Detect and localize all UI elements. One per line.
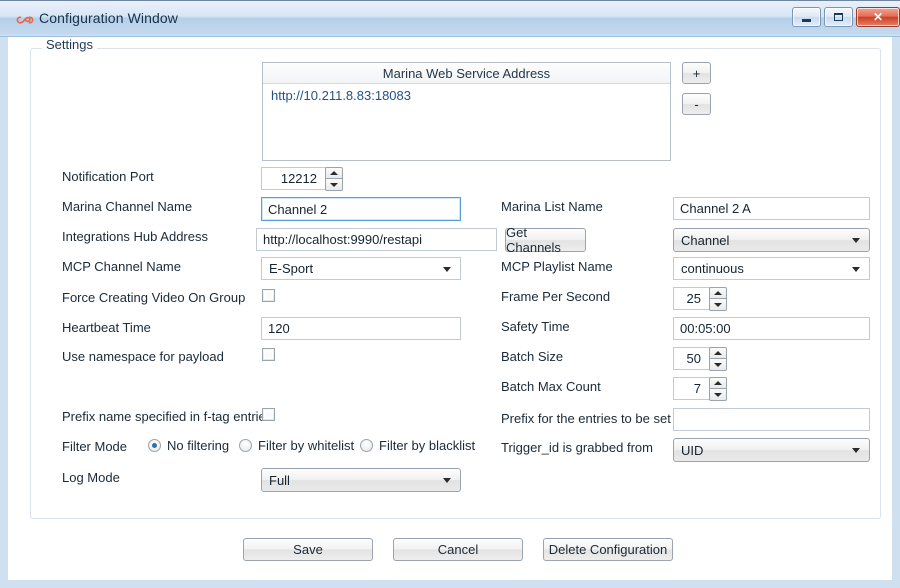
stepper-up-icon[interactable] <box>709 287 727 299</box>
batch-max-count-input[interactable]: 7 <box>673 377 710 400</box>
add-service-button[interactable]: + <box>682 62 711 84</box>
chevron-down-icon <box>852 238 860 243</box>
radio-no-filtering-label: No filtering <box>167 438 229 453</box>
heartbeat-time-label: Heartbeat Time <box>62 320 151 335</box>
channel-combo-value: Channel <box>681 233 729 248</box>
minimize-icon <box>793 8 820 26</box>
integrations-hub-address-input[interactable]: http://localhost:9990/restapi <box>256 228 497 251</box>
mcp-playlist-name-combo[interactable]: continuous <box>673 257 870 280</box>
batch-max-count-stepper[interactable] <box>709 377 727 401</box>
notification-port-stepper[interactable] <box>325 167 343 191</box>
remove-service-button[interactable]: - <box>682 93 711 115</box>
radio-filter-blacklist-label: Filter by blacklist <box>379 438 475 453</box>
force-creating-video-label: Force Creating Video On Group <box>62 290 245 305</box>
close-button[interactable]: ✕ <box>856 7 900 27</box>
stepper-down-icon[interactable] <box>709 299 727 311</box>
radio-filter-whitelist-label: Filter by whitelist <box>258 438 354 453</box>
log-mode-value: Full <box>269 473 290 488</box>
trigger-id-from-combo[interactable]: UID <box>673 438 870 462</box>
batch-size-label: Batch Size <box>501 349 563 364</box>
chevron-down-icon <box>852 267 860 272</box>
heartbeat-time-input[interactable]: 120 <box>261 317 461 340</box>
mcp-playlist-name-label: MCP Playlist Name <box>501 259 613 274</box>
radio-no-filtering-indicator[interactable] <box>148 439 161 452</box>
stepper-down-icon[interactable] <box>709 389 727 401</box>
stepper-up-icon[interactable] <box>709 377 727 389</box>
close-icon: ✕ <box>857 8 899 26</box>
marina-web-service-list[interactable]: Marina Web Service Address http://10.211… <box>262 62 671 161</box>
marina-web-service-list-header: Marina Web Service Address <box>263 63 670 84</box>
use-namespace-checkbox[interactable] <box>262 348 275 361</box>
mcp-channel-name-label: MCP Channel Name <box>62 259 181 274</box>
window-client-area: Configuration Window ✕ Settings Marina W… <box>8 0 892 580</box>
integrations-hub-address-label: Integrations Hub Address <box>62 229 208 244</box>
safety-time-label: Safety Time <box>501 319 570 334</box>
maximize-icon <box>825 8 852 26</box>
prefix-name-ftag-label: Prefix name specified in f-tag entries <box>62 409 272 424</box>
cancel-button[interactable]: Cancel <box>393 538 523 561</box>
stepper-up-icon[interactable] <box>709 347 727 359</box>
minimize-button[interactable] <box>792 7 821 27</box>
delete-configuration-button[interactable]: Delete Configuration <box>543 538 673 561</box>
batch-size-input[interactable]: 50 <box>673 347 710 370</box>
list-item[interactable]: http://10.211.8.83:18083 <box>263 85 670 105</box>
trigger-id-from-value: UID <box>681 443 703 458</box>
frame-per-second-stepper[interactable] <box>709 287 727 311</box>
frame-per-second-input[interactable]: 25 <box>673 287 710 310</box>
channel-combo[interactable]: Channel <box>673 228 870 252</box>
marina-list-name-label: Marina List Name <box>501 199 603 214</box>
marina-channel-name-label: Marina Channel Name <box>62 199 192 214</box>
mcp-playlist-name-value: continuous <box>681 261 744 276</box>
radio-filter-whitelist-indicator[interactable] <box>239 439 252 452</box>
configuration-window: Configuration Window ✕ Settings Marina W… <box>0 0 900 588</box>
radio-filter-whitelist[interactable]: Filter by whitelist <box>239 438 354 453</box>
mcp-channel-name-value: E-Sport <box>269 261 313 276</box>
batch-size-stepper[interactable] <box>709 347 727 371</box>
mcp-channel-name-combo[interactable]: E-Sport <box>261 257 461 280</box>
filter-mode-label: Filter Mode <box>62 439 127 454</box>
trigger-id-from-label: Trigger_id is grabbed from <box>501 440 653 455</box>
chevron-down-icon <box>443 267 451 272</box>
force-creating-video-checkbox[interactable] <box>262 289 275 302</box>
chevron-down-icon <box>852 448 860 453</box>
get-channels-button[interactable]: Get Channels <box>505 228 586 252</box>
settings-groupbox-label: Settings <box>42 37 97 52</box>
save-button[interactable]: Save <box>243 538 373 561</box>
radio-filter-blacklist-indicator[interactable] <box>360 439 373 452</box>
frame-per-second-label: Frame Per Second <box>501 289 610 304</box>
radio-no-filtering[interactable]: No filtering <box>148 438 229 453</box>
titlebar-divider <box>0 36 900 37</box>
batch-max-count-label: Batch Max Count <box>501 379 601 394</box>
marina-list-name-input[interactable]: Channel 2 A <box>673 197 870 220</box>
radio-filter-blacklist[interactable]: Filter by blacklist <box>360 438 475 453</box>
notification-port-label: Notification Port <box>62 169 154 184</box>
log-mode-combo[interactable]: Full <box>261 468 461 492</box>
log-mode-label: Log Mode <box>62 470 120 485</box>
maximize-button[interactable] <box>824 7 853 27</box>
prefix-for-entries-input[interactable] <box>673 408 870 431</box>
prefix-for-entries-label: Prefix for the entries to be set <box>501 411 671 426</box>
prefix-name-ftag-checkbox[interactable] <box>262 408 275 421</box>
notification-port-input[interactable]: 12212 <box>261 167 326 190</box>
chevron-down-icon <box>443 478 451 483</box>
stepper-down-icon[interactable] <box>325 179 343 191</box>
title-bar[interactable]: Configuration Window ✕ <box>0 0 900 37</box>
window-title: Configuration Window <box>39 10 178 26</box>
stepper-down-icon[interactable] <box>709 359 727 371</box>
marina-channel-name-input[interactable]: Channel 2 <box>261 197 461 221</box>
infinity-icon <box>16 11 34 29</box>
use-namespace-label: Use namespace for payload <box>62 349 224 364</box>
stepper-up-icon[interactable] <box>325 167 343 179</box>
safety-time-input[interactable]: 00:05:00 <box>673 317 870 340</box>
